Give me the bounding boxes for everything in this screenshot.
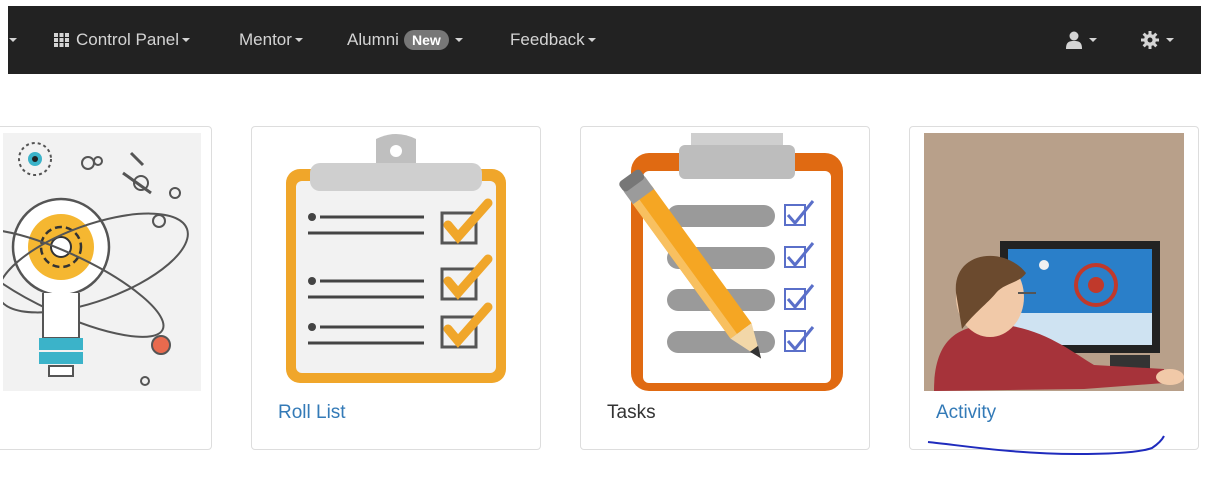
activity-card[interactable]: Activity	[909, 126, 1199, 450]
nav-feedback-label: Feedback	[510, 30, 585, 49]
caret-down-icon	[1166, 38, 1174, 42]
nav-control-panel-label: Control Panel	[76, 30, 180, 49]
grid-icon	[54, 33, 69, 47]
card-image	[266, 133, 526, 391]
caret-down-icon	[1089, 38, 1097, 42]
roll-list-card[interactable]: Roll List	[251, 126, 541, 450]
person-at-computer-illustration	[924, 133, 1184, 391]
clipboard-pencil-illustration	[619, 133, 843, 391]
card-image	[595, 133, 855, 391]
gear-icon	[1141, 31, 1159, 49]
roll-list-link[interactable]: Roll List	[278, 402, 346, 424]
science-lightbulb-illustration	[3, 133, 201, 391]
nav-alumni-label: Alumni	[347, 30, 399, 49]
nav-mentor-label: Mentor	[239, 30, 292, 49]
user-icon	[1066, 31, 1082, 49]
card-image	[924, 133, 1184, 391]
nav-control-panel[interactable]: Control Panel	[54, 6, 191, 74]
caret-down-icon	[294, 38, 303, 42]
nav-user-menu[interactable]	[1066, 6, 1097, 74]
caret-down-icon	[454, 38, 463, 42]
tasks-card[interactable]: Tasks	[580, 126, 870, 450]
card-image	[3, 133, 201, 391]
nav-feedback[interactable]: Feedback	[510, 6, 596, 74]
clipboard-checklist-illustration	[286, 134, 506, 383]
nav-alumni[interactable]: Alumni New	[347, 6, 463, 74]
caret-down-icon	[9, 38, 17, 42]
caret-down-icon	[587, 38, 596, 42]
feature-card[interactable]	[0, 126, 212, 450]
caret-down-icon	[182, 38, 191, 42]
nav-collapsed-caret[interactable]	[6, 6, 17, 74]
new-badge: New	[403, 30, 449, 50]
tasks-link[interactable]: Tasks	[607, 402, 656, 424]
handwritten-underline	[927, 435, 1165, 456]
top-navbar: Control Panel Mentor Alumni New Feedback	[8, 6, 1201, 74]
nav-mentor[interactable]: Mentor	[239, 6, 303, 74]
activity-link[interactable]: Activity	[936, 402, 996, 424]
nav-settings-menu[interactable]	[1141, 6, 1174, 74]
